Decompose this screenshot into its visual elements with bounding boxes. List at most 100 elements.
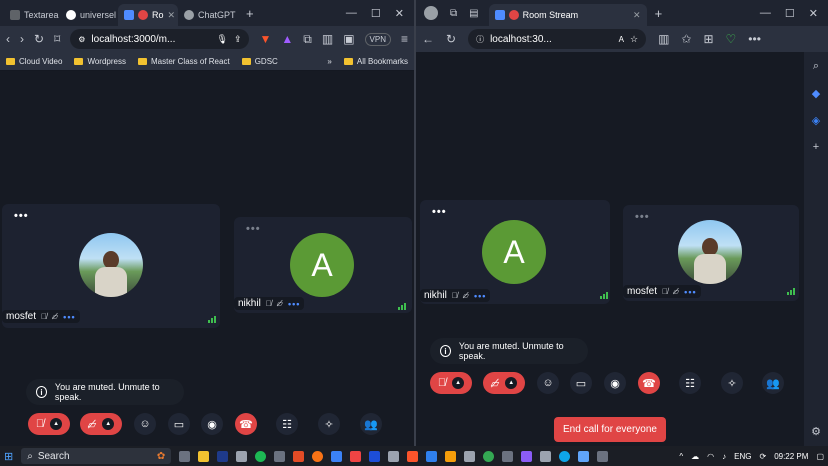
participants-button[interactable]: 👥 xyxy=(360,413,382,435)
read-aloud-icon[interactable]: A xyxy=(619,35,624,44)
mic-toggle-button[interactable]: 🎙̸ ▲ xyxy=(28,413,70,435)
language-indicator[interactable]: ENG xyxy=(734,452,751,461)
favorites-icon[interactable]: ✩ xyxy=(681,32,691,46)
vpn-button[interactable]: VPN xyxy=(364,32,391,46)
participant-menu-icon[interactable]: ••• xyxy=(63,312,75,322)
more-options-icon[interactable]: ••• xyxy=(14,210,29,222)
close-tab-icon[interactable]: ✕ xyxy=(168,10,176,21)
close-window-icon[interactable]: ✕ xyxy=(395,7,404,20)
chevron-up-icon[interactable]: ^ xyxy=(679,452,683,461)
screen-share-button[interactable]: ▭ xyxy=(168,413,190,435)
task-view-icon[interactable] xyxy=(179,450,191,462)
minimize-icon[interactable]: — xyxy=(760,7,771,19)
camera-toggle-button[interactable]: ▱̸ ▲ xyxy=(483,372,525,394)
reactions-button[interactable]: ☺ xyxy=(134,413,156,435)
windows-start-icon[interactable]: ⊞ xyxy=(4,450,13,463)
app-icon[interactable] xyxy=(369,450,381,462)
chevron-up-icon[interactable]: ▲ xyxy=(452,377,465,389)
extensions-icon[interactable]: ⧉ xyxy=(303,32,312,47)
tab-room[interactable]: Ro ✕ xyxy=(118,4,178,26)
maximize-icon[interactable]: ☐ xyxy=(785,7,795,20)
close-window-icon[interactable]: ✕ xyxy=(809,7,818,20)
chat-list-button[interactable]: ☷ xyxy=(679,372,701,394)
app-icon[interactable] xyxy=(521,450,533,462)
profile-icon[interactable] xyxy=(424,6,438,20)
browser-essentials-icon[interactable]: ♡ xyxy=(726,32,737,46)
brave-rewards-icon[interactable]: ▲ xyxy=(281,32,293,46)
more-options-icon[interactable]: ••• xyxy=(432,206,447,218)
chat-list-button[interactable]: ☷ xyxy=(276,413,298,435)
collections-icon[interactable]: ⊞ xyxy=(703,32,713,46)
bookmark-wordpress[interactable]: Wordpress xyxy=(74,57,126,66)
tab-room-stream[interactable]: Room Stream ✕ xyxy=(488,4,647,26)
minimize-icon[interactable]: — xyxy=(346,7,357,19)
app-icon[interactable] xyxy=(274,450,286,462)
spotify-icon[interactable] xyxy=(255,450,267,462)
split-screen-icon[interactable]: ▥ xyxy=(658,32,669,46)
app-icon[interactable] xyxy=(312,450,324,462)
app-icon[interactable] xyxy=(502,450,514,462)
participant-menu-icon[interactable]: ••• xyxy=(684,287,696,297)
wifi-icon[interactable]: ◠ xyxy=(707,452,714,461)
tab-chatgpt[interactable]: ChatGPT xyxy=(178,4,238,26)
app-icon[interactable] xyxy=(350,450,362,462)
app-icon[interactable] xyxy=(578,450,590,462)
cloud-icon[interactable]: ☁ xyxy=(691,452,699,461)
whiteboard-button[interactable]: ✧ xyxy=(318,413,340,435)
new-tab-icon[interactable]: + xyxy=(655,6,663,21)
app-icon[interactable] xyxy=(464,450,476,462)
photoshop-icon[interactable] xyxy=(217,450,229,462)
chevron-up-icon[interactable]: ▲ xyxy=(505,377,518,389)
more-bookmarks-icon[interactable]: » xyxy=(327,57,331,66)
wallet-icon[interactable]: ▣ xyxy=(343,32,354,46)
clock[interactable]: 09:22 PM xyxy=(774,452,808,461)
chevron-up-icon[interactable]: ▲ xyxy=(50,418,63,430)
maximize-icon[interactable]: ☐ xyxy=(371,7,381,20)
copilot-icon[interactable]: ◈ xyxy=(812,114,820,127)
new-tab-icon[interactable]: + xyxy=(246,6,254,21)
more-options-icon[interactable]: ••• xyxy=(635,211,650,223)
record-button[interactable]: ◉ xyxy=(201,413,223,435)
record-button[interactable]: ◉ xyxy=(604,372,626,394)
taskbar-search-box[interactable]: ⌕ Search ✿ xyxy=(21,448,172,464)
app-icon[interactable] xyxy=(331,450,343,462)
participants-button[interactable]: 👥 xyxy=(762,372,784,394)
screen-share-button[interactable]: ▭ xyxy=(570,372,592,394)
leave-call-button[interactable]: ☎ xyxy=(638,372,660,394)
address-bar[interactable]: ⚙ localhost:3000/m... 🎙 ⇪ xyxy=(70,29,250,49)
volume-icon[interactable]: ♪ xyxy=(722,452,726,461)
app-icon[interactable] xyxy=(236,450,248,462)
shopping-tag-icon[interactable]: ◆ xyxy=(812,87,820,100)
notification-icon[interactable]: ▢ xyxy=(816,452,824,461)
close-tab-icon[interactable]: ✕ xyxy=(633,10,641,21)
reload-icon[interactable]: ↻ xyxy=(446,32,456,46)
file-explorer-icon[interactable] xyxy=(198,450,210,462)
vscode-icon[interactable] xyxy=(426,450,438,462)
edge-icon[interactable] xyxy=(559,450,571,462)
favorite-star-icon[interactable]: ☆ xyxy=(630,34,638,45)
mic-toggle-button[interactable]: 🎙̸ ▲ xyxy=(430,372,472,394)
add-icon[interactable]: + xyxy=(813,141,819,153)
tab-textarea[interactable]: Textarea xyxy=(4,4,60,26)
reactions-button[interactable]: ☺ xyxy=(537,372,559,394)
more-menu-icon[interactable]: ••• xyxy=(748,32,761,46)
tab-universel[interactable]: universel xyxy=(60,4,118,26)
figma-icon[interactable] xyxy=(293,450,305,462)
menu-icon[interactable]: ≡ xyxy=(401,32,408,46)
chrome-icon[interactable] xyxy=(483,450,495,462)
app-icon[interactable] xyxy=(597,450,609,462)
site-info-icon[interactable]: ⚙ xyxy=(78,35,85,44)
bookmark-gdsc[interactable]: GDSC xyxy=(241,57,278,66)
more-options-icon[interactable]: ••• xyxy=(246,223,261,235)
mic-icon[interactable]: 🎙 xyxy=(217,34,228,45)
vlc-icon[interactable] xyxy=(445,450,457,462)
camera-toggle-button[interactable]: ▱̸ ▲ xyxy=(80,413,122,435)
workspaces-icon[interactable]: ⧉ xyxy=(450,8,457,19)
app-icon[interactable] xyxy=(540,450,552,462)
whiteboard-button[interactable]: ✧ xyxy=(721,372,743,394)
brave-icon[interactable] xyxy=(407,450,419,462)
bookmark-icon[interactable]: ⌑ xyxy=(54,32,60,46)
bookmark-master-class-react[interactable]: Master Class of React xyxy=(137,57,230,66)
search-icon[interactable]: ⌕ xyxy=(813,60,819,73)
participant-menu-icon[interactable]: ••• xyxy=(474,291,486,301)
